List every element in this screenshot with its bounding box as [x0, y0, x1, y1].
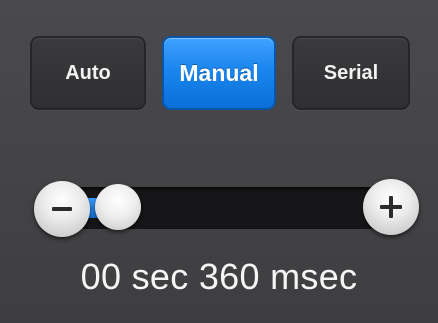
serial-mode-label: Serial [323, 61, 379, 84]
plus-icon [380, 196, 402, 218]
increase-button[interactable] [363, 179, 419, 235]
auto-mode-label: Auto [65, 61, 111, 84]
serial-mode-button[interactable]: Serial [292, 36, 410, 110]
shutter-control-panel: Auto Manual Serial 00 sec 360 msec [0, 0, 438, 323]
manual-mode-label: Manual [179, 59, 259, 86]
manual-mode-button[interactable]: Manual [162, 36, 276, 110]
auto-mode-button[interactable]: Auto [30, 36, 146, 110]
exposure-time-readout: 00 sec 360 msec [80, 256, 358, 297]
slider-thumb[interactable] [95, 184, 142, 230]
decrease-button[interactable] [34, 181, 90, 237]
minus-icon [52, 207, 72, 211]
